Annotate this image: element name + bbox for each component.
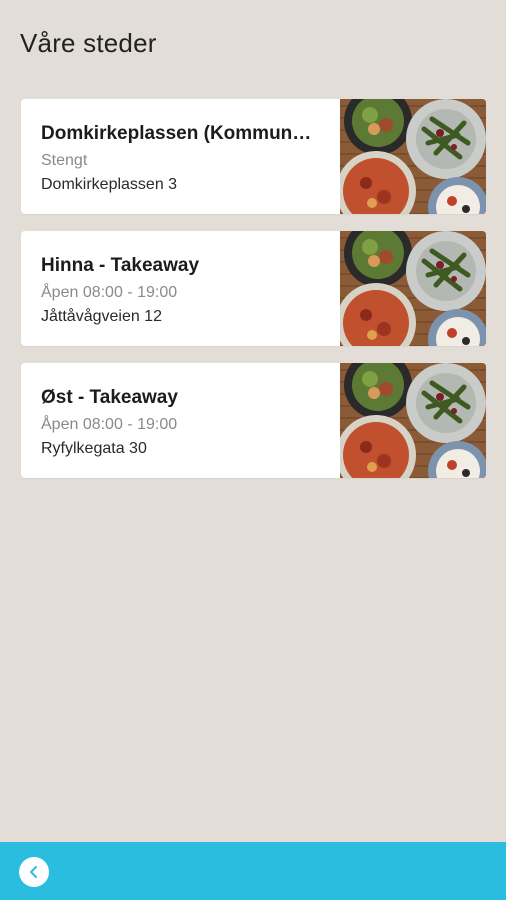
back-button[interactable] — [19, 857, 49, 887]
location-name: Domkirkeplassen (Kommunehuset) — [41, 123, 321, 144]
location-list: Domkirkeplassen (Kommunehuset) Stengt Do… — [21, 99, 486, 495]
location-address: Ryfylkegata 30 — [41, 440, 147, 457]
food-photo-icon — [340, 363, 486, 478]
food-photo-icon — [340, 99, 486, 214]
location-name: Hinna - Takeaway — [41, 255, 200, 276]
location-status: Åpen 08:00 - 19:00 — [41, 416, 178, 433]
location-card-ost[interactable]: Øst - Takeaway Åpen 08:00 - 19:00 Ryfylk… — [21, 363, 486, 478]
location-status: Åpen 08:00 - 19:00 — [41, 284, 178, 301]
page-title: Våre steder — [20, 28, 157, 58]
location-card-text: Domkirkeplassen (Kommunehuset) Stengt Do… — [21, 99, 340, 214]
location-card-text: Hinna - Takeaway Åpen 08:00 - 19:00 Jått… — [21, 231, 340, 346]
screen: Våre steder Domkirkeplassen (Kommunehuse… — [0, 0, 506, 900]
location-status: Stengt — [41, 152, 88, 169]
location-card-domkirkeplassen[interactable]: Domkirkeplassen (Kommunehuset) Stengt Do… — [21, 99, 486, 214]
location-name: Øst - Takeaway — [41, 387, 178, 408]
chevron-left-icon — [30, 866, 37, 878]
bottom-bar — [0, 842, 506, 900]
food-photo-icon — [340, 231, 486, 346]
location-address: Domkirkeplassen 3 — [41, 176, 178, 193]
location-address: Jåttåvågveien 12 — [41, 308, 162, 325]
location-card-text: Øst - Takeaway Åpen 08:00 - 19:00 Ryfylk… — [21, 363, 340, 478]
location-card-hinna[interactable]: Hinna - Takeaway Åpen 08:00 - 19:00 Jått… — [21, 231, 486, 346]
